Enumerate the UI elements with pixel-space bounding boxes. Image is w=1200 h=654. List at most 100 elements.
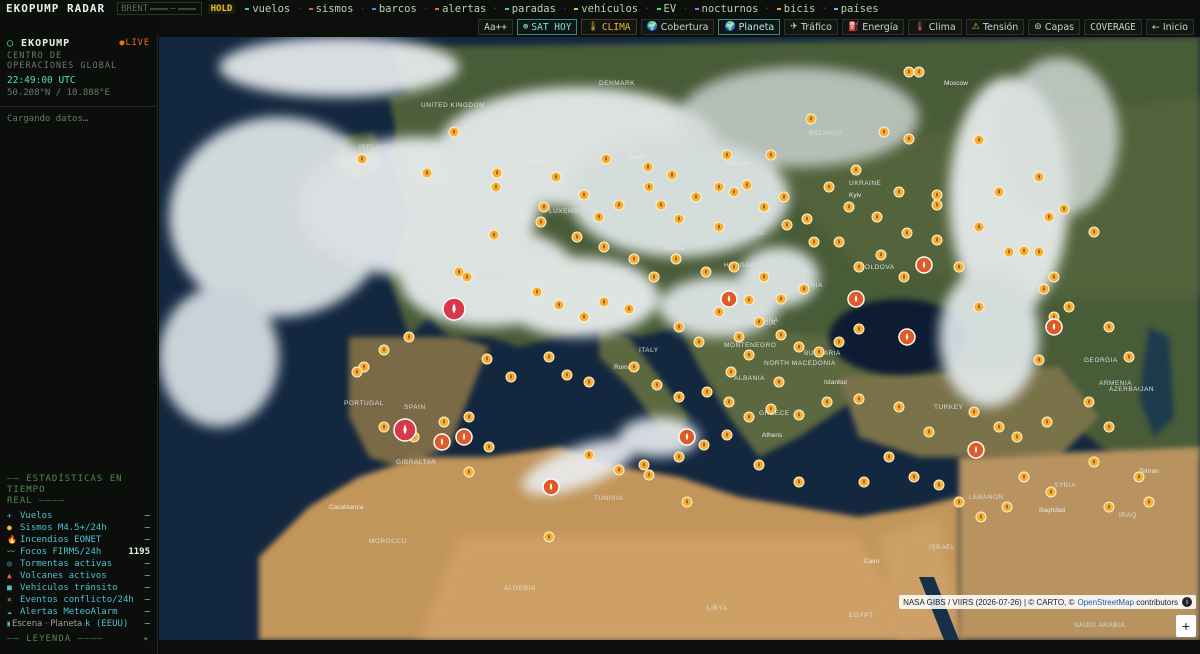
- fire-marker[interactable]: [543, 531, 555, 543]
- fire-marker[interactable]: [833, 336, 845, 348]
- fire-marker[interactable]: [821, 396, 833, 408]
- satellite-map[interactable]: SPAINPORTUGALFRANCEGERMANYPOLANDUKRAINEB…: [159, 37, 1200, 640]
- fire-cluster-marker[interactable]: [847, 290, 865, 308]
- fire-marker[interactable]: [463, 411, 475, 423]
- fire-marker[interactable]: [775, 329, 787, 341]
- fire-marker[interactable]: [673, 213, 685, 225]
- fire-marker[interactable]: [535, 216, 547, 228]
- clima-toggle-button[interactable]: 🌡 CLIMA: [581, 19, 637, 35]
- fire-marker[interactable]: [1001, 501, 1013, 513]
- layer-toggle-9[interactable]: países: [833, 3, 879, 15]
- fire-marker[interactable]: [913, 66, 925, 78]
- fire-marker[interactable]: [753, 459, 765, 471]
- fire-marker[interactable]: [600, 153, 612, 165]
- fire-marker[interactable]: [1003, 246, 1015, 258]
- fire-marker[interactable]: [898, 271, 910, 283]
- fire-marker[interactable]: [765, 149, 777, 161]
- fire-marker[interactable]: [758, 271, 770, 283]
- fire-marker[interactable]: [628, 253, 640, 265]
- cobertura-button[interactable]: 🌍 Cobertura: [640, 19, 715, 35]
- fire-marker[interactable]: [1033, 354, 1045, 366]
- fire-marker[interactable]: [975, 511, 987, 523]
- fire-marker[interactable]: [743, 411, 755, 423]
- layer-toggle-3[interactable]: alertas: [435, 3, 486, 15]
- fire-cluster-marker[interactable]: [915, 256, 933, 274]
- fire-marker[interactable]: [903, 66, 915, 78]
- fire-marker[interactable]: [1083, 396, 1095, 408]
- fire-marker[interactable]: [823, 181, 835, 193]
- fire-marker[interactable]: [721, 149, 733, 161]
- fire-marker[interactable]: [681, 496, 693, 508]
- fire-cluster-marker[interactable]: [455, 428, 473, 446]
- fire-marker[interactable]: [378, 421, 390, 433]
- fire-marker[interactable]: [923, 426, 935, 438]
- fire-marker[interactable]: [883, 451, 895, 463]
- fire-cluster-marker[interactable]: [678, 428, 696, 446]
- fire-marker[interactable]: [651, 379, 663, 391]
- fire-marker[interactable]: [553, 299, 565, 311]
- map-view[interactable]: SPAIN PORTUGAL FRANCE GERMANY POLAND UKRAINE B…: [159, 37, 1200, 640]
- fire-marker[interactable]: [1043, 211, 1055, 223]
- fire-marker[interactable]: [1063, 301, 1075, 313]
- fire-marker[interactable]: [765, 403, 777, 415]
- fire-marker[interactable]: [378, 344, 390, 356]
- fire-marker[interactable]: [805, 113, 817, 125]
- clima-button[interactable]: 🌡 Clima: [908, 19, 962, 35]
- fire-marker[interactable]: [931, 199, 943, 211]
- trafico-button[interactable]: ✈ Tráfico: [784, 19, 838, 35]
- fire-marker[interactable]: [438, 416, 450, 428]
- fire-marker[interactable]: [593, 211, 605, 223]
- fire-cluster-marker[interactable]: [967, 441, 985, 459]
- fire-marker[interactable]: [351, 366, 363, 378]
- fire-marker[interactable]: [1103, 421, 1115, 433]
- layer-toggle-7[interactable]: nocturnos: [694, 3, 758, 15]
- major-fire-marker[interactable]: [393, 418, 417, 442]
- fire-marker[interactable]: [793, 409, 805, 421]
- fire-marker[interactable]: [953, 261, 965, 273]
- fire-marker[interactable]: [773, 376, 785, 388]
- fire-marker[interactable]: [753, 316, 765, 328]
- layer-toggle-8[interactable]: bicis: [776, 3, 815, 15]
- fire-marker[interactable]: [1088, 456, 1100, 468]
- fire-marker[interactable]: [561, 369, 573, 381]
- fire-cluster-marker[interactable]: [720, 290, 738, 308]
- fire-marker[interactable]: [693, 336, 705, 348]
- fire-marker[interactable]: [713, 306, 725, 318]
- layer-toggle-1[interactable]: sismos: [308, 3, 354, 15]
- fire-marker[interactable]: [993, 186, 1005, 198]
- fire-marker[interactable]: [1011, 431, 1023, 443]
- fire-marker[interactable]: [781, 219, 793, 231]
- zoom-in-button[interactable]: +: [1176, 615, 1196, 637]
- fire-marker[interactable]: [901, 227, 913, 239]
- fire-cluster-marker[interactable]: [433, 433, 451, 451]
- fire-marker[interactable]: [973, 221, 985, 233]
- fire-marker[interactable]: [481, 353, 493, 365]
- fire-marker[interactable]: [743, 349, 755, 361]
- fire-marker[interactable]: [531, 286, 543, 298]
- fire-marker[interactable]: [461, 271, 473, 283]
- fire-marker[interactable]: [721, 429, 733, 441]
- fire-marker[interactable]: [690, 191, 702, 203]
- fire-marker[interactable]: [843, 201, 855, 213]
- fire-marker[interactable]: [733, 331, 745, 343]
- legend-toggle[interactable]: —— LEYENDA ———— ▸: [0, 634, 157, 644]
- fire-cluster-marker[interactable]: [1045, 318, 1063, 336]
- inicio-button[interactable]: ← Inicio: [1145, 19, 1194, 35]
- fire-marker[interactable]: [356, 153, 368, 165]
- font-size-button[interactable]: Aa++: [478, 19, 513, 35]
- fire-marker[interactable]: [1133, 471, 1145, 483]
- fire-marker[interactable]: [775, 293, 787, 305]
- fire-marker[interactable]: [403, 331, 415, 343]
- fire-marker[interactable]: [778, 191, 790, 203]
- layer-toggle-5[interactable]: vehículos: [574, 3, 638, 15]
- fire-marker[interactable]: [673, 391, 685, 403]
- fire-marker[interactable]: [613, 464, 625, 476]
- fire-marker[interactable]: [698, 439, 710, 451]
- fire-marker[interactable]: [491, 167, 503, 179]
- fire-marker[interactable]: [853, 323, 865, 335]
- fire-marker[interactable]: [1143, 496, 1155, 508]
- fire-marker[interactable]: [728, 261, 740, 273]
- fire-marker[interactable]: [953, 496, 965, 508]
- fire-marker[interactable]: [543, 351, 555, 363]
- fire-marker[interactable]: [968, 406, 980, 418]
